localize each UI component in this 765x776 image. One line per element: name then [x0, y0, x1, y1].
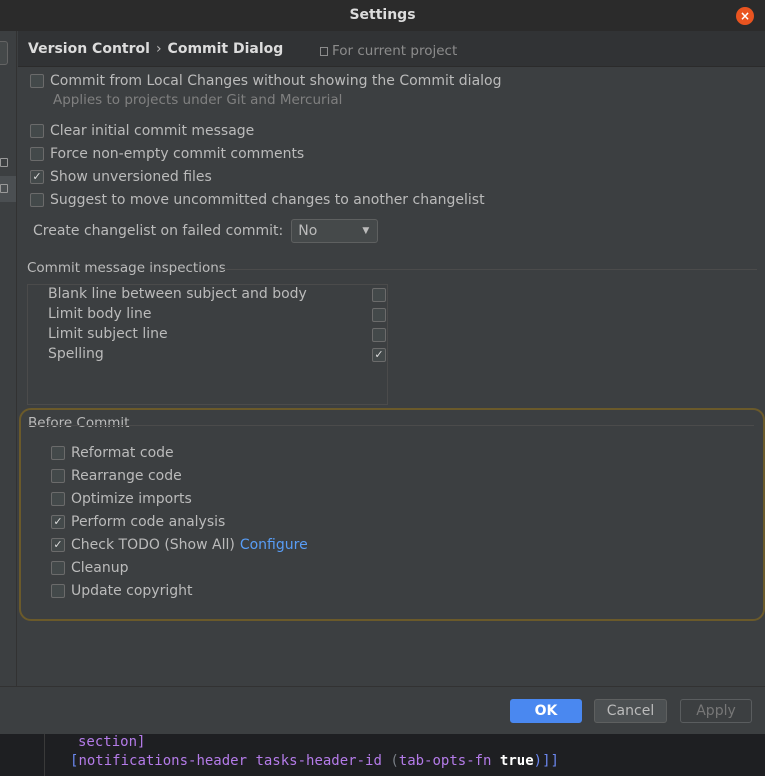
inspections-divider	[220, 269, 757, 270]
before-commit-checkbox[interactable]: ✓	[51, 515, 65, 529]
clear-initial-option[interactable]: Clear initial commit message	[30, 123, 254, 139]
ok-button[interactable]: OK	[510, 699, 582, 723]
local-changes-hint: Applies to projects under Git and Mercur…	[53, 92, 343, 108]
show-unversioned-label: Show unversioned files	[50, 169, 212, 185]
code-token: tab-opts-fn	[398, 753, 492, 769]
code-token: )]]	[533, 753, 559, 769]
inspection-row[interactable]: Limit body line	[48, 305, 388, 325]
code-token: (	[390, 753, 399, 769]
before-commit-label: Update copyright	[71, 583, 193, 599]
force-non-empty-checkbox[interactable]	[30, 147, 44, 161]
window-title: Settings	[349, 7, 416, 23]
before-commit-item[interactable]: ✓ Check TODO (Show All) Configure	[51, 537, 308, 553]
before-commit-item[interactable]: Optimize imports	[51, 491, 192, 507]
settings-tree-panel	[0, 31, 17, 686]
inspection-checkbox[interactable]	[372, 308, 386, 322]
force-non-empty-label: Force non-empty commit comments	[50, 146, 305, 162]
suggest-move-label: Suggest to move uncommitted changes to a…	[50, 192, 485, 208]
inspections-title: Commit message inspections	[27, 260, 226, 276]
file-icon	[0, 158, 8, 167]
before-commit-checkbox[interactable]	[51, 584, 65, 598]
inspection-row[interactable]: Spelling ✓	[48, 345, 388, 365]
commit-dialog-settings: Commit from Local Changes without showin…	[18, 67, 765, 686]
scope-indicator: For current project	[320, 43, 457, 59]
before-commit-checkbox[interactable]: ✓	[51, 538, 65, 552]
code-token: true	[499, 753, 534, 769]
inspection-checkbox[interactable]	[372, 328, 386, 342]
inspection-checkbox[interactable]: ✓	[372, 348, 386, 362]
code-token: notifications-header	[78, 753, 248, 769]
inspection-label: Spelling	[48, 346, 104, 362]
inspection-label: Limit subject line	[48, 326, 168, 342]
background-code-editor: section] [notifications-header tasks-hea…	[0, 734, 765, 776]
before-commit-divider	[28, 425, 754, 426]
failed-commit-dropdown[interactable]: No ▼	[291, 219, 379, 243]
before-commit-label: Optimize imports	[71, 491, 192, 507]
before-commit-panel: Before Commit Reformat code Rearrange co…	[19, 408, 765, 621]
inspection-row[interactable]: Limit subject line	[48, 325, 388, 345]
breadcrumb-separator: ›	[155, 41, 162, 57]
local-changes-checkbox[interactable]	[30, 74, 44, 88]
failed-commit-value: No	[298, 223, 318, 239]
before-commit-label: Rearrange code	[71, 468, 182, 484]
cancel-button[interactable]: Cancel	[594, 699, 667, 723]
inspection-checkbox[interactable]	[372, 288, 386, 302]
breadcrumb-path: Version Control › Commit Dialog	[28, 41, 283, 57]
before-commit-label: Cleanup	[71, 560, 129, 576]
before-commit-checkbox[interactable]	[51, 446, 65, 460]
title-bar: Settings ×	[0, 0, 765, 31]
before-commit-item[interactable]: Cleanup	[51, 560, 129, 576]
scope-label: For current project	[332, 43, 458, 59]
breadcrumb-parent[interactable]: Version Control	[28, 41, 150, 57]
editor-gutter-line	[44, 734, 45, 776]
settings-search-field[interactable]	[0, 41, 8, 65]
force-non-empty-option[interactable]: Force non-empty commit comments	[30, 146, 304, 162]
before-commit-label: Check TODO (Show All)	[71, 537, 235, 553]
breadcrumb: Version Control › Commit Dialog For curren…	[18, 31, 765, 67]
before-commit-label: Reformat code	[71, 445, 174, 461]
inspection-label: Blank line between subject and body	[48, 286, 307, 302]
suggest-move-checkbox[interactable]	[30, 193, 44, 207]
failed-commit-label: Create changelist on failed commit:	[33, 223, 284, 239]
before-commit-label: Perform code analysis	[71, 514, 226, 530]
suggest-move-option[interactable]: Suggest to move uncommitted changes to a…	[30, 192, 485, 208]
code-line: section]	[78, 734, 146, 750]
before-commit-item[interactable]: Rearrange code	[51, 468, 182, 484]
before-commit-checkbox[interactable]	[51, 492, 65, 506]
before-commit-item[interactable]: Reformat code	[51, 445, 174, 461]
clear-initial-label: Clear initial commit message	[50, 123, 255, 139]
show-unversioned-checkbox[interactable]: ✓	[30, 170, 44, 184]
clear-initial-checkbox[interactable]	[30, 124, 44, 138]
inspection-row[interactable]: Blank line between subject and body	[48, 285, 388, 305]
before-commit-title: Before Commit	[28, 415, 130, 431]
before-commit-checkbox[interactable]	[51, 561, 65, 575]
project-scope-icon	[320, 47, 328, 56]
chevron-down-icon: ▼	[362, 226, 370, 236]
failed-commit-changelist-row: Create changelist on failed commit: No ▼	[33, 219, 379, 243]
before-commit-checkbox[interactable]	[51, 469, 65, 483]
close-icon[interactable]: ×	[736, 7, 754, 25]
dialog-footer: OK Cancel Apply	[0, 686, 765, 734]
inspection-label: Limit body line	[48, 306, 152, 322]
configure-link[interactable]: Configure	[240, 537, 308, 553]
before-commit-item[interactable]: Update copyright	[51, 583, 192, 599]
breadcrumb-current: Commit Dialog	[167, 41, 284, 57]
code-token: tasks-header-id	[255, 753, 382, 769]
inspections-list: Blank line between subject and body Limi…	[27, 284, 388, 405]
local-changes-label: Commit from Local Changes without showin…	[50, 73, 502, 89]
apply-button[interactable]: Apply	[680, 699, 752, 723]
local-changes-option[interactable]: Commit from Local Changes without showin…	[30, 73, 502, 89]
file-icon	[0, 184, 8, 193]
before-commit-item[interactable]: ✓ Perform code analysis	[51, 514, 225, 530]
code-line: [notifications-header tasks-header-id (t…	[70, 753, 559, 769]
show-unversioned-option[interactable]: ✓ Show unversioned files	[30, 169, 212, 185]
